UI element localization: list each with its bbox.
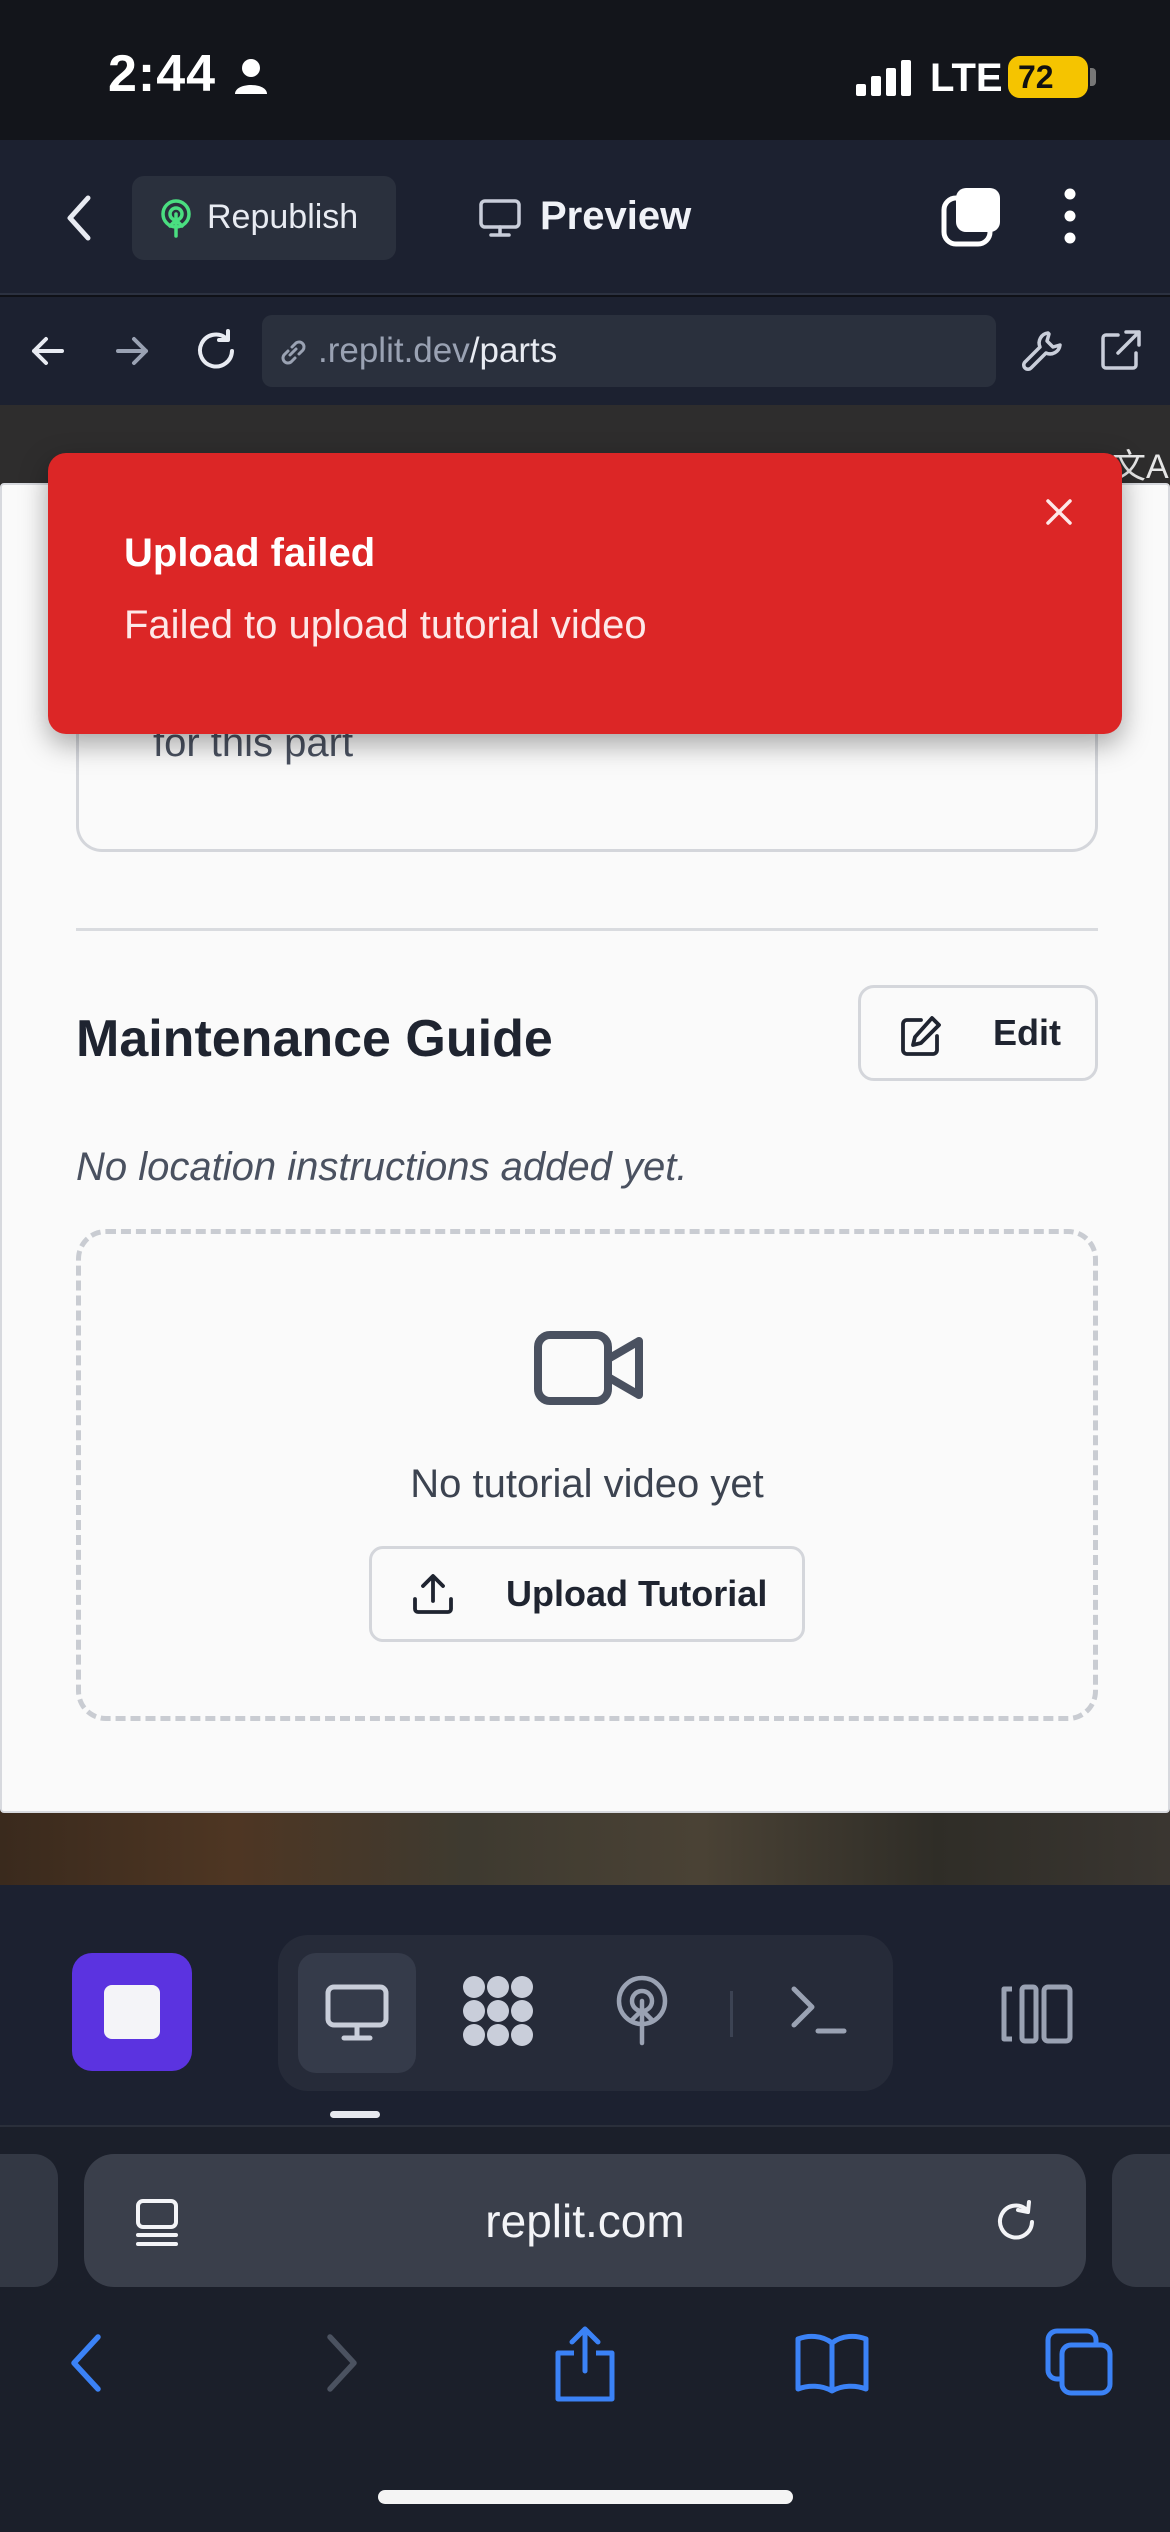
split-view-icon[interactable]: [1000, 1983, 1074, 2045]
apps-grid-icon[interactable]: [460, 1973, 536, 2049]
video-camera-icon: [534, 1331, 643, 1405]
arrow-right-icon[interactable]: [112, 331, 152, 371]
edit-icon: [901, 1016, 941, 1056]
reload-icon[interactable]: [192, 327, 240, 375]
home-indicator: [378, 2490, 793, 2504]
republish-label: Republish: [207, 198, 359, 236]
share-icon[interactable]: [550, 2323, 620, 2403]
battery-indicator: 72: [1008, 56, 1088, 98]
republish-button[interactable]: Republish: [132, 176, 396, 260]
status-time: 2:44: [108, 45, 217, 103]
terminal-icon[interactable]: [788, 1981, 848, 2039]
arrow-left-icon[interactable]: [28, 331, 68, 371]
close-icon[interactable]: [1042, 495, 1076, 529]
toolbar-divider: [730, 1991, 733, 2037]
preview-label: Preview: [540, 194, 692, 238]
more-options-icon[interactable]: [1060, 186, 1080, 246]
background-photo: [0, 1810, 1170, 1885]
external-link-icon[interactable]: [1098, 327, 1144, 373]
safari-toolbar: replit.com: [0, 2125, 1170, 2532]
edit-label: Edit: [993, 1012, 1061, 1053]
error-toast: Upload failed Failed to upload tutorial …: [48, 453, 1122, 734]
toast-title: Upload failed: [124, 531, 376, 575]
stop-icon: [104, 1985, 160, 2039]
pane-switch-icon[interactable]: [940, 186, 1002, 248]
url-text: .replit.dev/parts: [318, 331, 557, 371]
preview-tab[interactable]: Preview: [472, 176, 732, 260]
safari-forward-icon[interactable]: [322, 2331, 362, 2395]
section-divider: [76, 928, 1098, 931]
next-tab-preview[interactable]: [1112, 2154, 1170, 2287]
safari-address-text: replit.com: [485, 2195, 685, 2247]
person-icon: [235, 59, 267, 94]
empty-video-text: No tutorial video yet: [410, 1462, 764, 1506]
upload-icon: [413, 1574, 453, 1614]
video-dropzone[interactable]: No tutorial video yet Upload Tutorial: [76, 1229, 1098, 1721]
stop-button[interactable]: [72, 1953, 192, 2071]
toolbar-indicator: [330, 2111, 380, 2118]
reload-icon[interactable]: [992, 2198, 1040, 2246]
safari-address-bar[interactable]: replit.com: [84, 2154, 1086, 2287]
safari-back-icon[interactable]: [66, 2331, 106, 2395]
deploy-icon: [161, 199, 191, 238]
workspace-toolbar: [0, 1885, 1170, 2125]
wrench-icon[interactable]: [1020, 327, 1066, 373]
preview-tool-button[interactable]: [298, 1953, 416, 2073]
location-instructions-note: No location instructions added yet.: [76, 1145, 688, 1189]
toast-message: Failed to upload tutorial video: [124, 603, 647, 647]
upload-tutorial-button[interactable]: Upload Tutorial: [369, 1546, 805, 1642]
link-icon: [281, 340, 306, 365]
back-chevron-icon[interactable]: [60, 190, 100, 246]
monitor-icon: [325, 1984, 389, 2041]
replit-header: Republish Preview: [0, 140, 1170, 295]
preview-url-bar: .replit.dev/parts: [0, 297, 1170, 405]
monitor-icon: [479, 199, 521, 237]
status-bar: 2:44 LTE 72: [0, 0, 1170, 140]
signal-icon: [856, 60, 911, 96]
url-host: .replit.dev: [318, 331, 470, 370]
upload-tutorial-label: Upload Tutorial: [506, 1573, 768, 1614]
battery-cap: [1090, 68, 1096, 86]
previous-tab-preview[interactable]: [0, 2154, 58, 2287]
network-type: LTE: [930, 56, 1003, 100]
section-title: Maintenance Guide: [76, 1010, 553, 1068]
url-field[interactable]: .replit.dev/parts: [262, 315, 996, 387]
tabs-icon[interactable]: [1044, 2327, 1116, 2397]
edit-button[interactable]: Edit: [858, 985, 1098, 1081]
tool-switcher: [278, 1935, 893, 2091]
bookmarks-icon[interactable]: [794, 2333, 870, 2395]
url-path: /parts: [469, 331, 558, 370]
deploy-icon[interactable]: [612, 1975, 672, 2047]
